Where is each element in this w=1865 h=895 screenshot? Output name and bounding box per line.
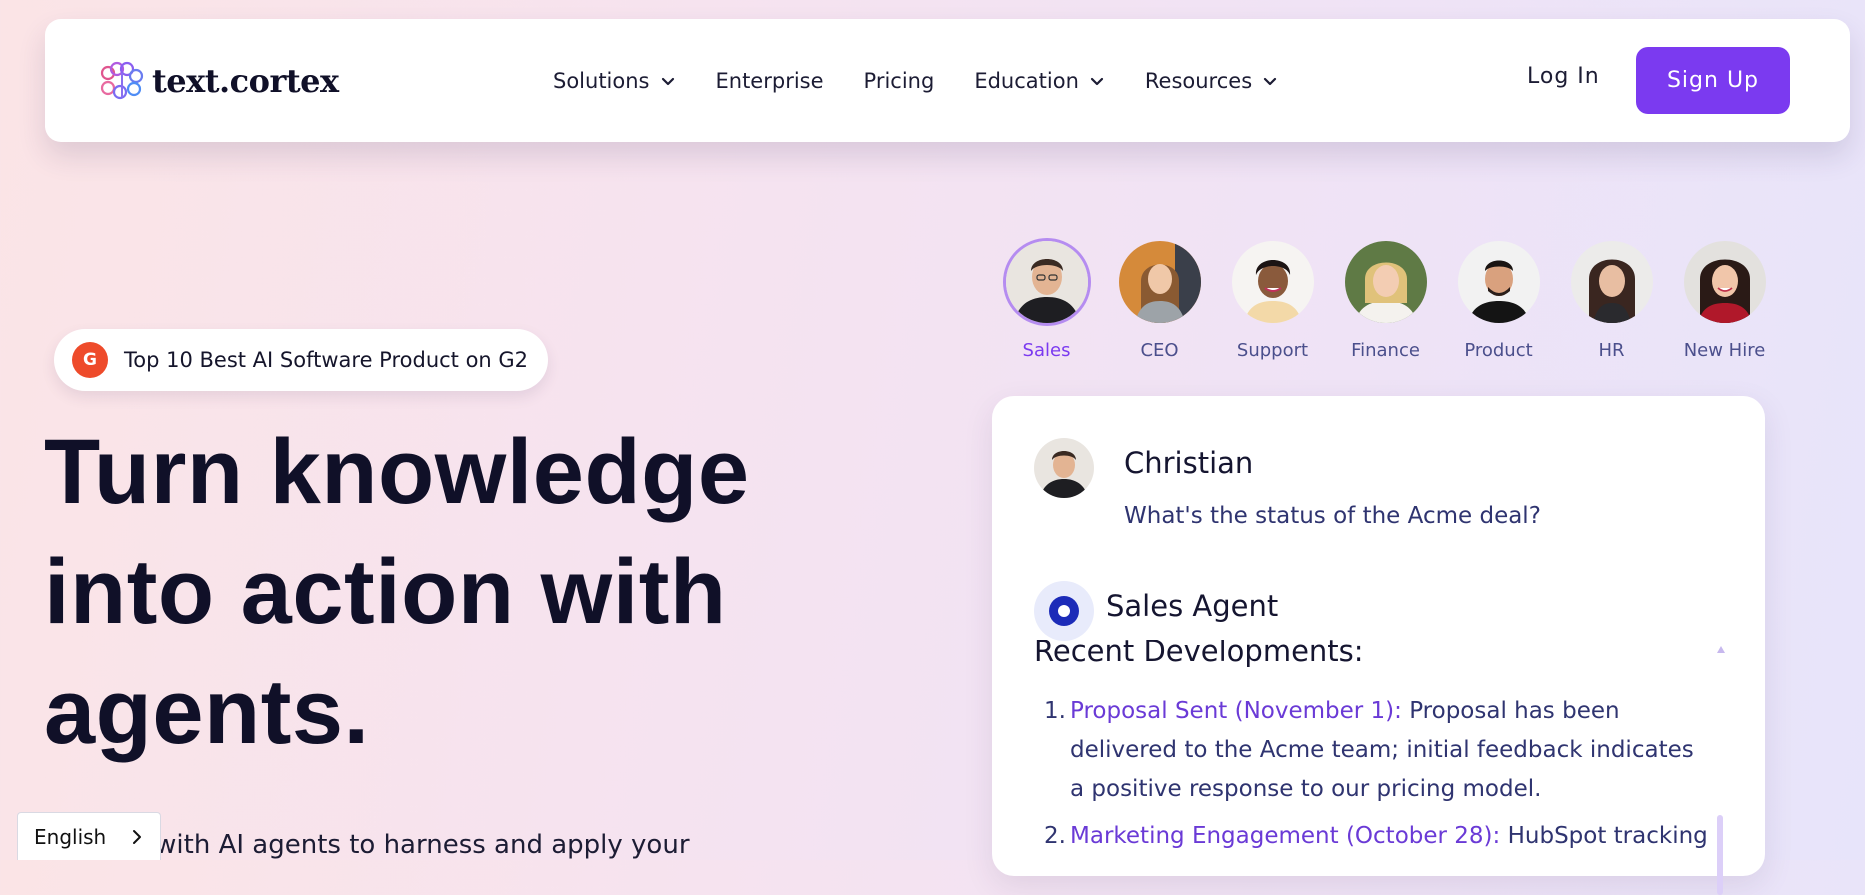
agent-tab-support[interactable]: Support bbox=[1216, 238, 1329, 361]
avatar-ring bbox=[1568, 238, 1656, 326]
item-text: response to our pricing model. bbox=[1188, 776, 1542, 802]
avatar bbox=[1344, 241, 1427, 323]
agent-label: CEO bbox=[1140, 340, 1179, 361]
brain-logo-icon bbox=[100, 61, 144, 100]
user-name: Christian bbox=[1124, 446, 1254, 480]
agent-selector: Sales CEO Support Finance Product HR New… bbox=[990, 238, 1781, 361]
nav-item-resources[interactable]: Resources bbox=[1145, 69, 1278, 93]
avatar-ring bbox=[1681, 238, 1769, 326]
signup-button[interactable]: Sign Up bbox=[1636, 47, 1790, 114]
agent-label: Support bbox=[1236, 340, 1309, 361]
headline-line: Turn knowledge bbox=[44, 421, 750, 523]
user-question: What's the status of the Acme deal? bbox=[1124, 503, 1541, 529]
avatar bbox=[1034, 438, 1094, 498]
nav-label: Pricing bbox=[863, 68, 935, 93]
g2-badge-text: Top 10 Best AI Software Product on G2 bbox=[124, 348, 529, 372]
scroll-up-arrow[interactable] bbox=[1717, 646, 1725, 653]
list-item: 2. Marketing Engagement (October 28): Hu… bbox=[1034, 817, 1714, 856]
avatar bbox=[1118, 241, 1201, 323]
avatar bbox=[1457, 241, 1540, 323]
agent-label: New Hire bbox=[1683, 340, 1766, 361]
g2-award-badge[interactable]: G Top 10 Best AI Software Product on G2 bbox=[54, 329, 548, 391]
agent-tab-finance[interactable]: Finance bbox=[1329, 238, 1442, 361]
logo[interactable]: text.cortex bbox=[98, 61, 339, 101]
main-nav: Solutions Enterprise Pricing Education R… bbox=[553, 19, 1318, 142]
top-navbar: text.cortex Solutions Enterprise Pricing… bbox=[45, 19, 1850, 142]
avatar bbox=[1231, 241, 1314, 323]
login-link[interactable]: Log In bbox=[1527, 64, 1600, 89]
avatar-ring bbox=[1342, 238, 1430, 326]
item-number: 1. bbox=[1044, 698, 1066, 724]
scrollbar-thumb[interactable] bbox=[1717, 815, 1723, 895]
headline-line: agents. bbox=[44, 661, 370, 763]
chevron-down-icon bbox=[1264, 77, 1277, 85]
language-label: English bbox=[34, 824, 107, 849]
agent-tab-new-hire[interactable]: New Hire bbox=[1668, 238, 1781, 361]
item-number: 2. bbox=[1044, 823, 1066, 849]
agent-tab-hr[interactable]: HR bbox=[1555, 238, 1668, 361]
nav-item-education[interactable]: Education bbox=[974, 69, 1105, 93]
agent-name: Sales Agent bbox=[1106, 589, 1279, 623]
avatar-ring bbox=[1002, 238, 1091, 326]
language-selector[interactable]: English bbox=[17, 812, 161, 860]
agent-label: HR bbox=[1598, 340, 1625, 361]
chevron-right-icon bbox=[133, 829, 141, 844]
agent-tab-sales[interactable]: Sales bbox=[990, 238, 1103, 361]
headline-line: into action with bbox=[44, 541, 727, 643]
nav-label: Enterprise bbox=[715, 68, 824, 93]
item-highlight: Proposal Sent (November 1): bbox=[1070, 698, 1402, 724]
avatar-ring bbox=[1229, 238, 1317, 326]
nav-item-pricing[interactable]: Pricing bbox=[864, 69, 935, 93]
sales-agent-icon bbox=[1034, 581, 1094, 641]
agent-label: Sales bbox=[1022, 340, 1071, 361]
chevron-down-icon bbox=[1090, 77, 1103, 85]
agent-label: Finance bbox=[1351, 340, 1420, 361]
item-text: HubSpot tracking bbox=[1507, 823, 1708, 849]
response-heading: Recent Developments: bbox=[1034, 640, 1364, 668]
agent-label: Product bbox=[1464, 340, 1533, 361]
logo-text: text.cortex bbox=[152, 62, 339, 100]
list-item: 1. Proposal Sent (November 1): Proposal … bbox=[1034, 692, 1714, 809]
nav-item-solutions[interactable]: Solutions bbox=[553, 69, 676, 93]
avatar bbox=[1570, 241, 1653, 323]
item-highlight: Marketing Engagement (October 28): bbox=[1070, 823, 1501, 849]
g2-logo-icon: G bbox=[72, 342, 108, 378]
chevron-down-icon bbox=[661, 77, 674, 85]
agent-tab-product[interactable]: Product bbox=[1442, 238, 1555, 361]
avatar bbox=[1683, 241, 1766, 323]
chat-preview-card: Christian What's the status of the Acme … bbox=[992, 396, 1765, 895]
nav-item-enterprise[interactable]: Enterprise bbox=[716, 69, 824, 93]
agent-response-scroll[interactable]: Recent Developments: 1. Proposal Sent (N… bbox=[1034, 640, 1724, 876]
agent-tab-ceo[interactable]: CEO bbox=[1103, 238, 1216, 361]
agent-dot bbox=[1049, 596, 1079, 626]
nav-label: Education bbox=[974, 68, 1079, 93]
hero-headline: Turn knowledge into action with agents. bbox=[44, 412, 864, 772]
developments-list: 1. Proposal Sent (November 1): Proposal … bbox=[1034, 692, 1714, 864]
nav-label: Solutions bbox=[553, 68, 650, 93]
nav-label: Resources bbox=[1144, 68, 1253, 93]
avatar bbox=[1005, 241, 1088, 323]
avatar-ring bbox=[1455, 238, 1543, 326]
avatar-ring bbox=[1116, 238, 1204, 326]
